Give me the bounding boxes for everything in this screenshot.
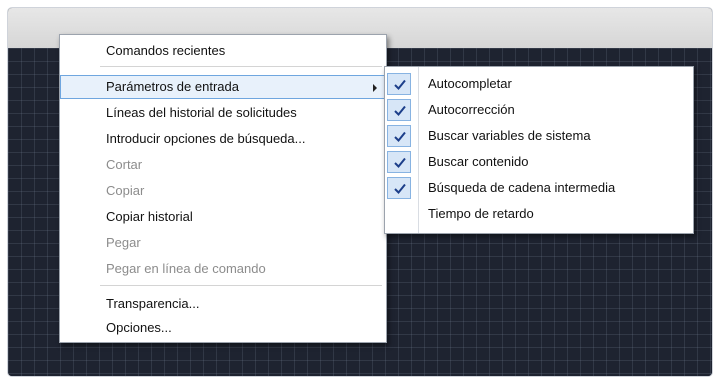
menu-item-label: Cortar [106, 157, 143, 172]
check-icon [387, 99, 411, 121]
check-icon [387, 73, 411, 95]
menu-item-paste[interactable]: Pegar [60, 231, 386, 255]
menu-separator [100, 285, 382, 286]
submenu-item-delay-time[interactable]: Tiempo de retardo [385, 201, 693, 227]
menu-item-label: Transparencia... [106, 296, 200, 311]
menu-item-search-options[interactable]: Introducir opciones de búsqueda... [60, 127, 386, 151]
menu-item-label: Copiar historial [106, 209, 193, 224]
menu-item-label: Comandos recientes [106, 43, 226, 58]
menu-item-label: Copiar [106, 183, 145, 198]
menu-item-label: Introducir opciones de búsqueda... [106, 131, 306, 146]
submenu-item-label: Autocompletar [428, 76, 512, 91]
submenu-item-label: Autocorrección [428, 102, 515, 117]
menu-item-transparency[interactable]: Transparencia... [60, 292, 386, 316]
menu-item-cut[interactable]: Cortar [60, 153, 386, 177]
menu-item-label: Opciones... [106, 320, 172, 335]
menu-item-label: Líneas del historial de solicitudes [106, 105, 297, 120]
menu-item-label: Parámetros de entrada [106, 79, 239, 94]
menu-separator [100, 66, 382, 67]
submenu-item-search-system-variables[interactable]: Buscar variables de sistema [385, 123, 693, 149]
menu-item-paste-to-command-line[interactable]: Pegar en línea de comando [60, 257, 386, 281]
menu-item-copy-history[interactable]: Copiar historial [60, 205, 386, 229]
menu-item-label: Pegar en línea de comando [106, 261, 266, 276]
submenu-item-label: Tiempo de retardo [428, 206, 534, 221]
chevron-right-icon [373, 84, 377, 92]
menu-item-request-history-lines[interactable]: Líneas del historial de solicitudes [60, 101, 386, 125]
menu-item-input-parameters[interactable]: Parámetros de entrada [60, 75, 386, 99]
submenu-item-label: Buscar variables de sistema [428, 128, 591, 143]
menu-item-copy[interactable]: Copiar [60, 179, 386, 203]
menu-item-recent-commands[interactable]: Comandos recientes [60, 39, 386, 63]
check-icon [387, 151, 411, 173]
context-menu: Comandos recientes Parámetros de entrada… [59, 34, 387, 343]
menu-item-options[interactable]: Opciones... [60, 316, 386, 340]
submenu-item-autocomplete[interactable]: Autocompletar [385, 71, 693, 97]
submenu-item-label: Búsqueda de cadena intermedia [428, 180, 616, 195]
check-icon [387, 177, 411, 199]
submenu-item-search-content[interactable]: Buscar contenido [385, 149, 693, 175]
menu-item-label: Pegar [106, 235, 141, 250]
submenu-item-label: Buscar contenido [428, 154, 529, 169]
submenu-item-autocorrect[interactable]: Autocorrección [385, 97, 693, 123]
submenu-item-mid-string-search[interactable]: Búsqueda de cadena intermedia [385, 175, 693, 201]
check-icon [387, 125, 411, 147]
input-parameters-submenu: Autocompletar Autocorrección Buscar vari… [384, 66, 694, 234]
